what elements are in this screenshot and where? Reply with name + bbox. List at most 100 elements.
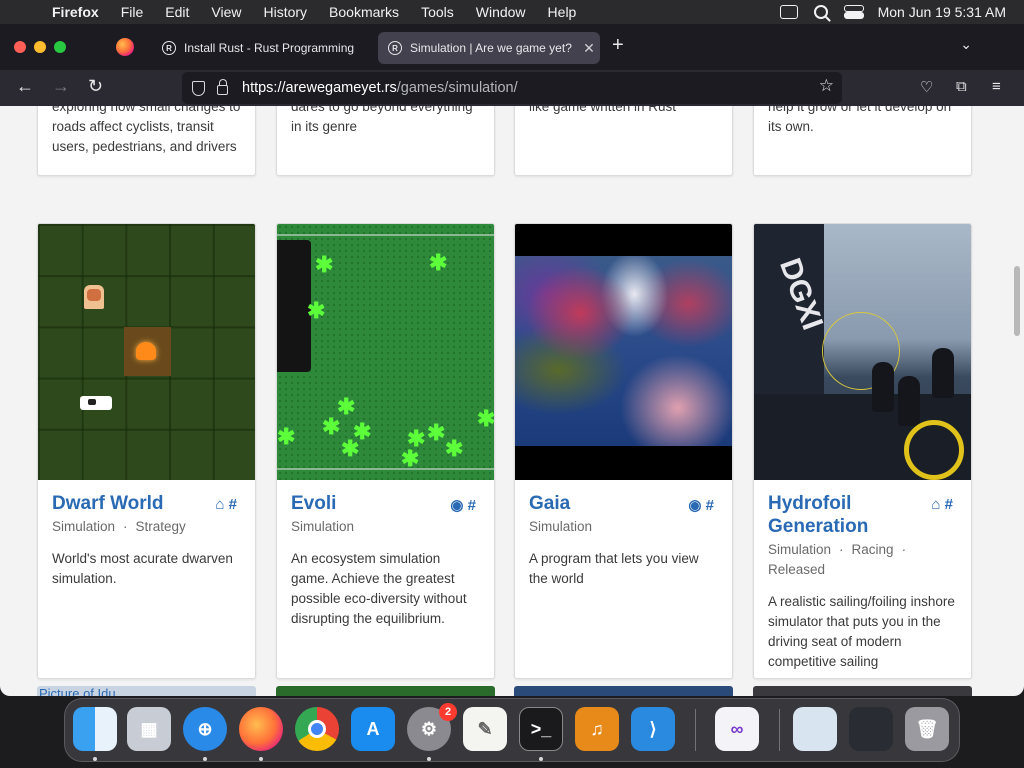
- close-tab-icon[interactable]: ✕: [578, 40, 600, 57]
- garageband-icon[interactable]: ♫: [575, 707, 619, 751]
- campfire: [136, 342, 156, 360]
- game-screenshot[interactable]: [515, 224, 732, 480]
- tag-racing[interactable]: Racing: [852, 542, 894, 557]
- homepage-and-link-icons[interactable]: ⌂ #: [215, 496, 237, 513]
- menu-firefox[interactable]: Firefox: [52, 4, 99, 20]
- launchpad-icon[interactable]: ▦: [127, 707, 171, 751]
- game-screenshot[interactable]: ✱ ✱ ✱ ✱ ✱ ✱ ✱ ✱ ✱ ✱ ✱ ✱ ✱: [277, 224, 494, 480]
- menu-bookmarks[interactable]: Bookmarks: [329, 4, 399, 20]
- bookmark-star-icon[interactable]: ☆: [819, 76, 834, 96]
- game-card[interactable]: dares to go beyond everything in its gen…: [276, 106, 495, 176]
- pocket-icon[interactable]: ♡: [920, 78, 933, 96]
- spotlight-search-icon[interactable]: [813, 5, 828, 19]
- zoom-window-button[interactable]: [54, 41, 66, 53]
- black-panel: [277, 240, 311, 372]
- github-and-link-icons[interactable]: ◉ #: [688, 496, 714, 514]
- game-card[interactable]: Picture of Idu: [37, 686, 256, 696]
- textedit-icon[interactable]: ✎: [463, 707, 507, 751]
- vscode-icon[interactable]: ⟩: [631, 707, 675, 751]
- app-store-icon[interactable]: A: [351, 707, 395, 751]
- game-card-gaia[interactable]: Gaia ◉ # Simulation A program that lets …: [514, 223, 733, 679]
- firefox-icon[interactable]: [239, 707, 283, 751]
- github-and-link-icons[interactable]: ◉ #: [450, 496, 476, 514]
- tab-simulation[interactable]: R Simulation | Are we game yet? ✕: [378, 32, 600, 64]
- finder-icon[interactable]: [73, 707, 117, 751]
- running-indicator: [259, 757, 263, 761]
- back-arrow-icon[interactable]: ←: [16, 76, 34, 97]
- screen-mirroring-icon[interactable]: [779, 5, 798, 19]
- sailor-figure: [932, 348, 954, 398]
- visual-studio-icon[interactable]: ∞: [715, 707, 759, 751]
- trash-icon[interactable]: 🗑: [905, 707, 949, 751]
- menu-history[interactable]: History: [263, 4, 307, 20]
- plant-sprite: ✱: [477, 406, 494, 431]
- page-scrollbar[interactable]: [1010, 106, 1024, 696]
- plant-sprite: ✱: [429, 250, 448, 275]
- url-host: https://arewegameyet.rs: [242, 80, 397, 96]
- tab-install-rust[interactable]: R Install Rust - Rust Programming: [152, 32, 372, 64]
- game-card[interactable]: help it grow or let it develop on its ow…: [753, 106, 972, 176]
- menu-edit[interactable]: Edit: [165, 4, 189, 20]
- menu-tools[interactable]: Tools: [421, 4, 454, 20]
- url-path: /games/simulation/: [396, 80, 518, 96]
- plant-sprite: ✱: [277, 424, 296, 449]
- game-tags: Simulation · Strategy: [52, 519, 186, 534]
- scrollbar-thumb[interactable]: [1014, 266, 1020, 336]
- lock-icon[interactable]: [217, 79, 228, 95]
- rust-favicon-icon: R: [162, 41, 176, 55]
- tag-simulation[interactable]: Simulation: [52, 519, 115, 534]
- url-bar[interactable]: https://arewegameyet.rs/games/simulation…: [182, 72, 842, 104]
- running-indicator: [427, 757, 431, 761]
- tag-simulation[interactable]: Simulation: [291, 519, 354, 534]
- menubar-clock[interactable]: Mon Jun 19 5:31 AM: [878, 4, 1006, 20]
- menu-file[interactable]: File: [121, 4, 144, 20]
- game-card[interactable]: exploring how small changes to roads aff…: [37, 106, 256, 176]
- system-settings-icon[interactable]: ⚙ 2: [407, 703, 457, 751]
- running-indicator: [539, 757, 543, 761]
- tag-simulation[interactable]: Simulation: [529, 519, 592, 534]
- homepage-and-link-icons[interactable]: ⌂ #: [931, 496, 953, 513]
- menu-window[interactable]: Window: [476, 4, 526, 20]
- game-description: dares to go beyond everything in its gen…: [291, 106, 473, 134]
- terminal-icon[interactable]: >_: [519, 707, 563, 751]
- chrome-icon[interactable]: [295, 707, 339, 751]
- extensions-icon[interactable]: ⧉: [956, 78, 967, 95]
- tag-released[interactable]: Released: [768, 562, 825, 577]
- game-card[interactable]: [514, 686, 733, 696]
- reload-icon[interactable]: ↻: [88, 76, 103, 97]
- tag-strategy[interactable]: Strategy: [136, 519, 186, 534]
- game-card[interactable]: [276, 686, 495, 696]
- new-tab-button[interactable]: +: [612, 34, 624, 57]
- dock: ▦ ⊕ A ⚙ 2 ✎ >_ ♫ ⟩ ∞ 🗑: [64, 698, 960, 762]
- tab-bar: R Install Rust - Rust Programming R Simu…: [0, 24, 1024, 70]
- control-center-icon[interactable]: [843, 5, 864, 19]
- image-alt-text: Picture of Idu: [39, 686, 116, 696]
- game-description: World's most acurate dwarven simulation.: [52, 551, 233, 586]
- game-card[interactable]: like game written in Rust: [514, 106, 733, 176]
- game-screenshot[interactable]: [38, 224, 255, 480]
- menu-help[interactable]: Help: [548, 4, 577, 20]
- game-card-dwarf-world[interactable]: Dwarf World ⌂ # Simulation · Strategy Worl…: [37, 223, 256, 679]
- app-menu-icon[interactable]: ≡: [992, 78, 1001, 95]
- close-window-button[interactable]: [14, 41, 26, 53]
- tag-simulation[interactable]: Simulation: [768, 542, 831, 557]
- game-screenshot[interactable]: DGXI: [754, 224, 971, 480]
- plant-sprite: ✱: [445, 436, 464, 461]
- downloads-folder-icon[interactable]: [793, 707, 837, 751]
- running-indicator: [203, 757, 207, 761]
- screenshot-stack-icon[interactable]: [849, 707, 893, 751]
- menu-view[interactable]: View: [211, 4, 241, 20]
- firefox-view-icon[interactable]: [116, 38, 134, 56]
- plant-sprite: ✱: [427, 420, 446, 445]
- game-description: A realistic sailing/foiling inshore simu…: [768, 594, 955, 669]
- minimize-window-button[interactable]: [34, 41, 46, 53]
- game-card-evoli[interactable]: ✱ ✱ ✱ ✱ ✱ ✱ ✱ ✱ ✱ ✱ ✱ ✱ ✱ Evoli ◉ # Simu…: [276, 223, 495, 679]
- tab-title: Simulation | Are we game yet?: [410, 41, 572, 55]
- safari-icon[interactable]: ⊕: [183, 707, 227, 751]
- game-card-hydrofoil-generation[interactable]: DGXI Hydrofoil Generation ⌂ # Simulation…: [753, 223, 972, 679]
- game-card[interactable]: [753, 686, 972, 696]
- list-all-tabs-chevron-icon[interactable]: ⌄: [960, 36, 972, 53]
- forward-arrow-icon[interactable]: →: [52, 76, 70, 97]
- tracking-protection-shield-icon[interactable]: [192, 80, 205, 96]
- plant-sprite: ✱: [307, 298, 326, 323]
